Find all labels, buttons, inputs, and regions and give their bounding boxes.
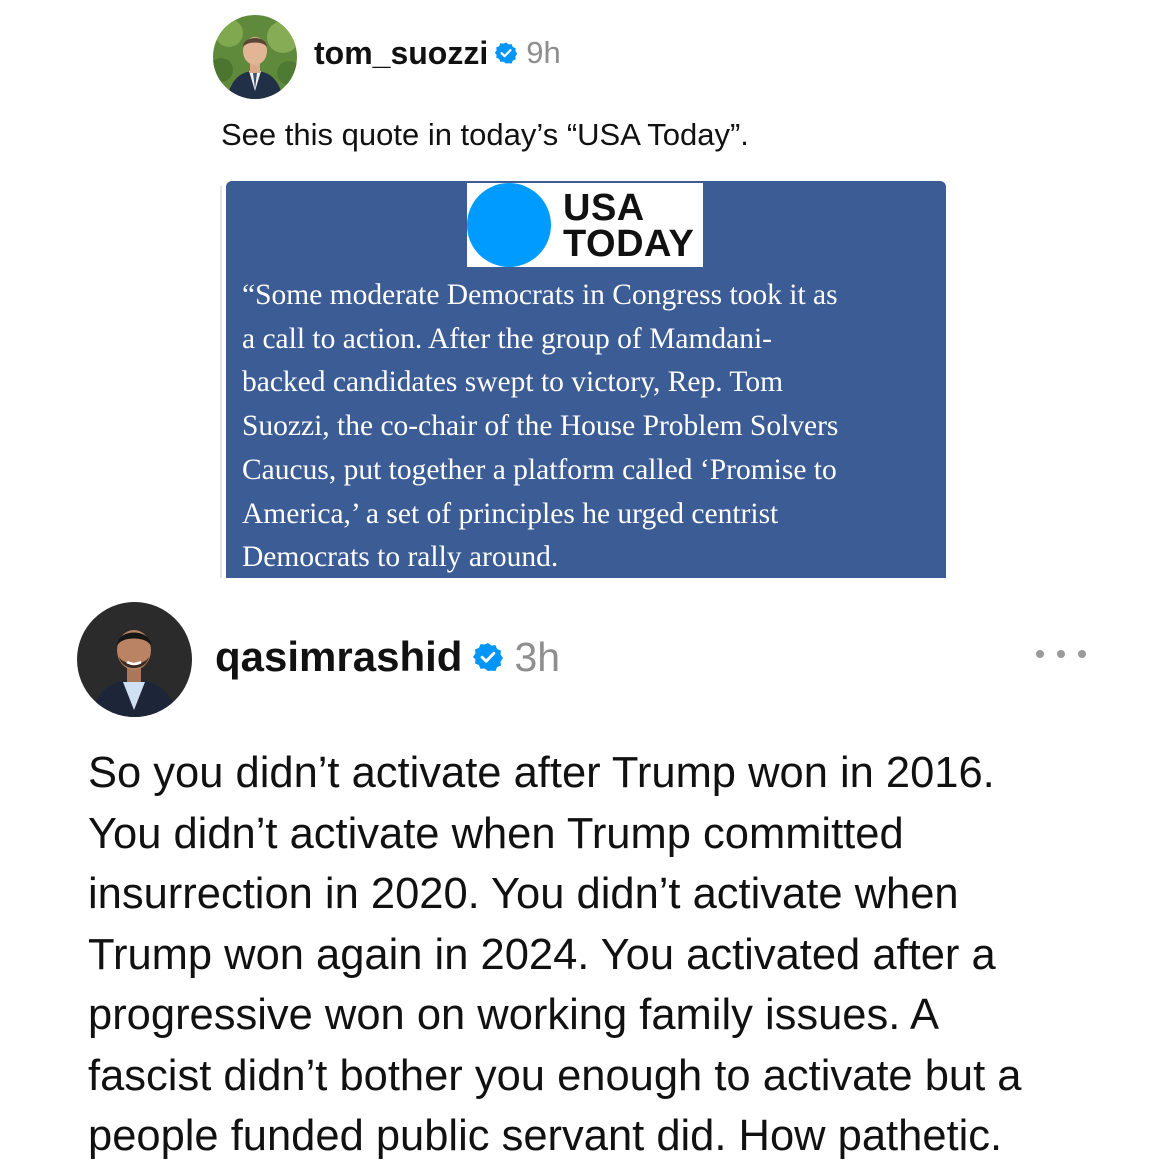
verified-badge-icon xyxy=(494,42,518,64)
quote-line: Caucus, put together a platform called ‘… xyxy=(242,453,837,486)
username-qasimrashid[interactable]: qasimrashid xyxy=(215,633,462,681)
logo-text-today: TODAY xyxy=(563,223,695,265)
post-text-line: fascist didn’t bother you enough to acti… xyxy=(88,1051,1022,1100)
quote-line: a call to action. After the group of Mam… xyxy=(242,322,773,355)
quote-line: “Some moderate Democrats in Congress too… xyxy=(242,279,838,311)
logo-text-usa: USA xyxy=(563,187,645,229)
avatar-qasimrashid[interactable] xyxy=(77,602,192,717)
avatar-tom-suozzi[interactable] xyxy=(213,15,297,99)
verified-badge-icon xyxy=(473,643,504,671)
quote-line: backed candidates swept to victory, Rep.… xyxy=(242,366,784,399)
quoted-post-header: tom_suozzi 9h xyxy=(314,30,561,76)
quote-line: America,’ a set of principles he urged c… xyxy=(242,497,779,530)
card-divider xyxy=(220,186,222,578)
quote-line: Suozzi, the co-chair of the House Proble… xyxy=(242,410,839,443)
post-text-line: So you didn’t activate after Trump won i… xyxy=(88,749,995,797)
post-timestamp: 3h xyxy=(514,633,561,680)
more-dot xyxy=(1036,650,1044,658)
post-text-line: insurrection in 2020. You didn’t activat… xyxy=(88,870,959,918)
reply-post-header: qasimrashid 3h xyxy=(215,628,560,686)
more-dot xyxy=(1078,650,1086,658)
quoted-post-text: See this quote in today’s “USA Today”. xyxy=(221,117,749,152)
post-text-line: progressive won on working family issues… xyxy=(88,991,940,1039)
usa-today-logo: USA TODAY xyxy=(467,183,703,267)
more-dot xyxy=(1057,650,1065,658)
post-text-line: people funded public servant did. How pa… xyxy=(88,1112,1003,1160)
post-timestamp: 9h xyxy=(526,35,561,70)
reply-post-text: So you didn’t activate after Trump won i… xyxy=(88,743,1021,1167)
post-text-line: Trump won again in 2024. You activated a… xyxy=(88,930,996,979)
post-text-line: You didn’t activate when Trump committed xyxy=(88,809,904,858)
quoted-post-image[interactable]: USA TODAY “Some moderate Democrats in Co… xyxy=(226,181,946,578)
logo-dot-icon xyxy=(467,183,551,267)
username-tom-suozzi[interactable]: tom_suozzi xyxy=(314,35,488,72)
article-quote: “Some moderate Democrats in Congress too… xyxy=(242,274,942,578)
more-options-icon[interactable] xyxy=(1036,640,1086,668)
quote-line: Democrats to rally around. xyxy=(242,541,559,574)
